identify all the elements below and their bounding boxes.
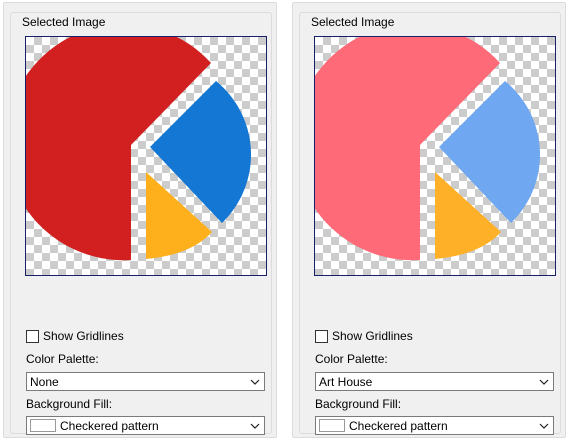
- show-gridlines-checkbox[interactable]: Show Gridlines: [315, 329, 413, 343]
- background-fill-select[interactable]: Checkered pattern: [26, 416, 265, 435]
- chevron-down-icon: [535, 423, 553, 429]
- color-palette-value: Art House: [319, 374, 373, 389]
- color-palette-value: None: [30, 374, 59, 389]
- chevron-down-icon: [246, 379, 264, 385]
- background-fill-label: Background Fill:: [315, 397, 402, 411]
- checkbox-box[interactable]: [315, 329, 328, 343]
- checkbox-box[interactable]: [26, 329, 39, 343]
- group-title: Selected Image: [308, 15, 398, 29]
- background-fill-label: Background Fill:: [26, 397, 113, 411]
- show-gridlines-label: Show Gridlines: [332, 329, 413, 343]
- fill-swatch: [30, 419, 56, 432]
- selected-image-group: Selected Image Show Gridlines Color Pale…: [10, 12, 272, 435]
- pie-image: [26, 37, 252, 261]
- show-gridlines-checkbox[interactable]: Show Gridlines: [26, 329, 124, 343]
- pie-image: [315, 37, 541, 261]
- fill-swatch: [319, 419, 345, 432]
- settings-panel-right: Selected Image Show Gridlines Color Pale…: [292, 2, 566, 438]
- image-preview: [314, 36, 556, 276]
- show-gridlines-label: Show Gridlines: [43, 329, 124, 343]
- selected-image-group: Selected Image Show Gridlines Color Pale…: [299, 12, 561, 435]
- background-fill-select[interactable]: Checkered pattern: [315, 416, 554, 435]
- group-title: Selected Image: [19, 15, 109, 29]
- color-palette-select[interactable]: Art House: [315, 372, 554, 391]
- chevron-down-icon: [535, 379, 553, 385]
- chevron-down-icon: [246, 423, 264, 429]
- color-palette-label: Color Palette:: [26, 352, 99, 366]
- color-palette-select[interactable]: None: [26, 372, 265, 391]
- settings-panel-left: Selected Image Show Gridlines Color Pale…: [3, 2, 277, 438]
- background-fill-value: Checkered pattern: [349, 418, 448, 433]
- color-palette-label: Color Palette:: [315, 352, 388, 366]
- image-preview: [25, 36, 267, 276]
- background-fill-value: Checkered pattern: [60, 418, 159, 433]
